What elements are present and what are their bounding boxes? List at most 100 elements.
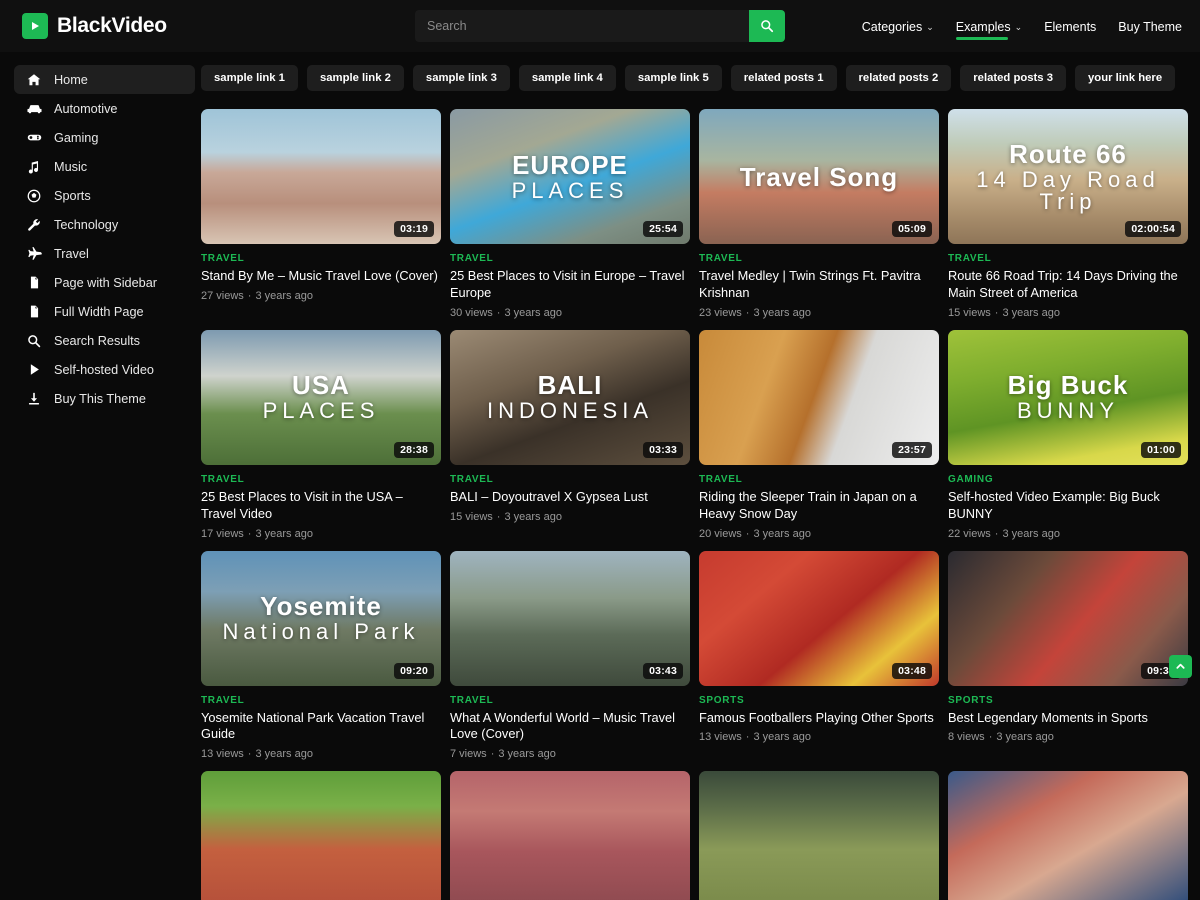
- nav-item-elements[interactable]: Elements: [1044, 0, 1096, 52]
- link-pill[interactable]: related posts 1: [731, 65, 837, 91]
- video-title[interactable]: 25 Best Places to Visit in the USA – Tra…: [201, 489, 441, 523]
- video-card[interactable]: 23:57 TRAVEL Riding the Sleeper Train in J…: [699, 330, 939, 540]
- video-meta: 22 views·3 years ago: [948, 528, 1188, 540]
- video-card[interactable]: [450, 771, 690, 900]
- video-card[interactable]: YosemiteNational Park09:20 TRAVEL Yosemite…: [201, 551, 441, 761]
- sidebar-item-label: Buy This Theme: [54, 392, 146, 406]
- video-card[interactable]: USAPLACES28:38 TRAVEL 25 Best Places to Vi…: [201, 330, 441, 540]
- video-title[interactable]: Self-hosted Video Example: Big Buck BUNN…: [948, 489, 1188, 523]
- video-category-label[interactable]: GAMING: [948, 474, 1188, 485]
- video-thumbnail[interactable]: YosemiteNational Park09:20: [201, 551, 441, 686]
- sidebar-item-music[interactable]: Music: [14, 152, 195, 181]
- sidebar-item-self-hosted-video[interactable]: Self-hosted Video: [14, 355, 195, 384]
- video-title[interactable]: Famous Footballers Playing Other Sports: [699, 710, 939, 727]
- video-duration-badge: 02:00:54: [1125, 221, 1181, 237]
- video-title[interactable]: Yosemite National Park Vacation Travel G…: [201, 710, 441, 744]
- meta-separator: ·: [497, 511, 501, 523]
- video-thumbnail[interactable]: [201, 771, 441, 900]
- video-category-label[interactable]: TRAVEL: [201, 695, 441, 706]
- sidebar-item-sports[interactable]: Sports: [14, 181, 195, 210]
- video-card[interactable]: [201, 771, 441, 900]
- video-title[interactable]: 25 Best Places to Visit in Europe – Trav…: [450, 268, 690, 302]
- video-thumbnail[interactable]: 03:48: [699, 551, 939, 686]
- video-thumbnail[interactable]: Route 6614 Day Road Trip02:00:54: [948, 109, 1188, 244]
- video-category-label[interactable]: TRAVEL: [699, 474, 939, 485]
- sidebar-item-technology[interactable]: Technology: [14, 210, 195, 239]
- video-card[interactable]: Travel Song05:09 TRAVEL Travel Medley | Tw…: [699, 109, 939, 319]
- video-thumbnail[interactable]: USAPLACES28:38: [201, 330, 441, 465]
- video-thumbnail[interactable]: Travel Song05:09: [699, 109, 939, 244]
- video-age: 3 years ago: [504, 307, 561, 319]
- sidebar-item-travel[interactable]: Travel: [14, 239, 195, 268]
- video-view-count: 15 views: [948, 307, 991, 319]
- video-title[interactable]: BALI – Doyoutravel X Gypsea Lust: [450, 489, 690, 506]
- video-duration-badge: 05:09: [892, 221, 932, 237]
- link-pill[interactable]: sample link 5: [625, 65, 722, 91]
- video-meta: 30 views·3 years ago: [450, 307, 690, 319]
- site-logo[interactable]: BlackVideo PRO: [22, 13, 167, 39]
- video-category-label[interactable]: TRAVEL: [201, 253, 441, 264]
- sidebar-item-buy-this-theme[interactable]: Buy This Theme: [14, 384, 195, 413]
- video-card[interactable]: EUROPEPLACES25:54 TRAVEL 25 Best Places to…: [450, 109, 690, 319]
- video-card[interactable]: 09:36 SPORTS Best Legendary Moments in Spo…: [948, 551, 1188, 761]
- search-input[interactable]: [415, 10, 749, 42]
- video-age: 3 years ago: [753, 731, 810, 743]
- video-category-label[interactable]: SPORTS: [948, 695, 1188, 706]
- video-category-label[interactable]: TRAVEL: [948, 253, 1188, 264]
- link-pill[interactable]: sample link 4: [519, 65, 616, 91]
- video-card[interactable]: 03:43 TRAVEL What A Wonderful World – Musi…: [450, 551, 690, 761]
- link-pill[interactable]: sample link 1: [201, 65, 298, 91]
- video-age: 3 years ago: [255, 290, 312, 302]
- video-category-label[interactable]: SPORTS: [699, 695, 939, 706]
- link-pill[interactable]: sample link 2: [307, 65, 404, 91]
- video-thumbnail[interactable]: [948, 771, 1188, 900]
- video-meta: 7 views·3 years ago: [450, 748, 690, 760]
- nav-item-examples[interactable]: Examples⌄: [956, 0, 1022, 52]
- video-card[interactable]: 03:48 SPORTS Famous Footballers Playing Ot…: [699, 551, 939, 761]
- link-pill[interactable]: your link here: [1075, 65, 1175, 91]
- video-age: 3 years ago: [498, 748, 555, 760]
- link-pill[interactable]: related posts 3: [960, 65, 1066, 91]
- video-thumbnail[interactable]: 23:57: [699, 330, 939, 465]
- video-thumbnail[interactable]: 03:19: [201, 109, 441, 244]
- video-card[interactable]: [948, 771, 1188, 900]
- video-card[interactable]: BALIINDONESIA03:33 TRAVEL BALI – Doyoutrav…: [450, 330, 690, 540]
- video-thumbnail[interactable]: 09:36: [948, 551, 1188, 686]
- video-category-label[interactable]: TRAVEL: [699, 253, 939, 264]
- video-title[interactable]: What A Wonderful World – Music Travel Lo…: [450, 710, 690, 744]
- video-thumbnail[interactable]: [699, 771, 939, 900]
- video-title[interactable]: Best Legendary Moments in Sports: [948, 710, 1188, 727]
- nav-item-categories[interactable]: Categories⌄: [862, 0, 934, 52]
- sidebar-item-full-width-page[interactable]: Full Width Page: [14, 297, 195, 326]
- video-title[interactable]: Riding the Sleeper Train in Japan on a H…: [699, 489, 939, 523]
- sidebar-item-automotive[interactable]: Automotive: [14, 94, 195, 123]
- video-card[interactable]: Big BuckBUNNY01:00 GAMING Self-hosted Vide…: [948, 330, 1188, 540]
- thumbnail-image: [699, 771, 939, 900]
- link-pill[interactable]: sample link 3: [413, 65, 510, 91]
- video-category-label[interactable]: TRAVEL: [201, 474, 441, 485]
- video-title[interactable]: Stand By Me – Music Travel Love (Cover): [201, 268, 441, 285]
- search-button[interactable]: [749, 10, 785, 42]
- sidebar-item-home[interactable]: Home: [14, 65, 195, 94]
- nav-item-buy-theme[interactable]: Buy Theme: [1118, 0, 1182, 52]
- video-thumbnail[interactable]: EUROPEPLACES25:54: [450, 109, 690, 244]
- video-category-label[interactable]: TRAVEL: [450, 474, 690, 485]
- video-title[interactable]: Travel Medley | Twin Strings Ft. Pavitra…: [699, 268, 939, 302]
- video-category-label[interactable]: TRAVEL: [450, 253, 690, 264]
- video-view-count: 30 views: [450, 307, 493, 319]
- link-pill[interactable]: related posts 2: [846, 65, 952, 91]
- search-bar[interactable]: [415, 10, 785, 42]
- video-card[interactable]: [699, 771, 939, 900]
- video-card[interactable]: 03:19 TRAVEL Stand By Me – Music Travel Lo…: [201, 109, 441, 319]
- video-thumbnail[interactable]: 03:43: [450, 551, 690, 686]
- sidebar-item-search-results[interactable]: Search Results: [14, 326, 195, 355]
- sidebar-item-page-with-sidebar[interactable]: Page with Sidebar: [14, 268, 195, 297]
- video-thumbnail[interactable]: Big BuckBUNNY01:00: [948, 330, 1188, 465]
- video-thumbnail[interactable]: [450, 771, 690, 900]
- sidebar-item-gaming[interactable]: Gaming: [14, 123, 195, 152]
- video-category-label[interactable]: TRAVEL: [450, 695, 690, 706]
- video-title[interactable]: Route 66 Road Trip: 14 Days Driving the …: [948, 268, 1188, 302]
- video-card[interactable]: Route 6614 Day Road Trip02:00:54 TRAVEL Ro…: [948, 109, 1188, 319]
- video-thumbnail[interactable]: BALIINDONESIA03:33: [450, 330, 690, 465]
- scroll-to-top-button[interactable]: [1169, 655, 1192, 678]
